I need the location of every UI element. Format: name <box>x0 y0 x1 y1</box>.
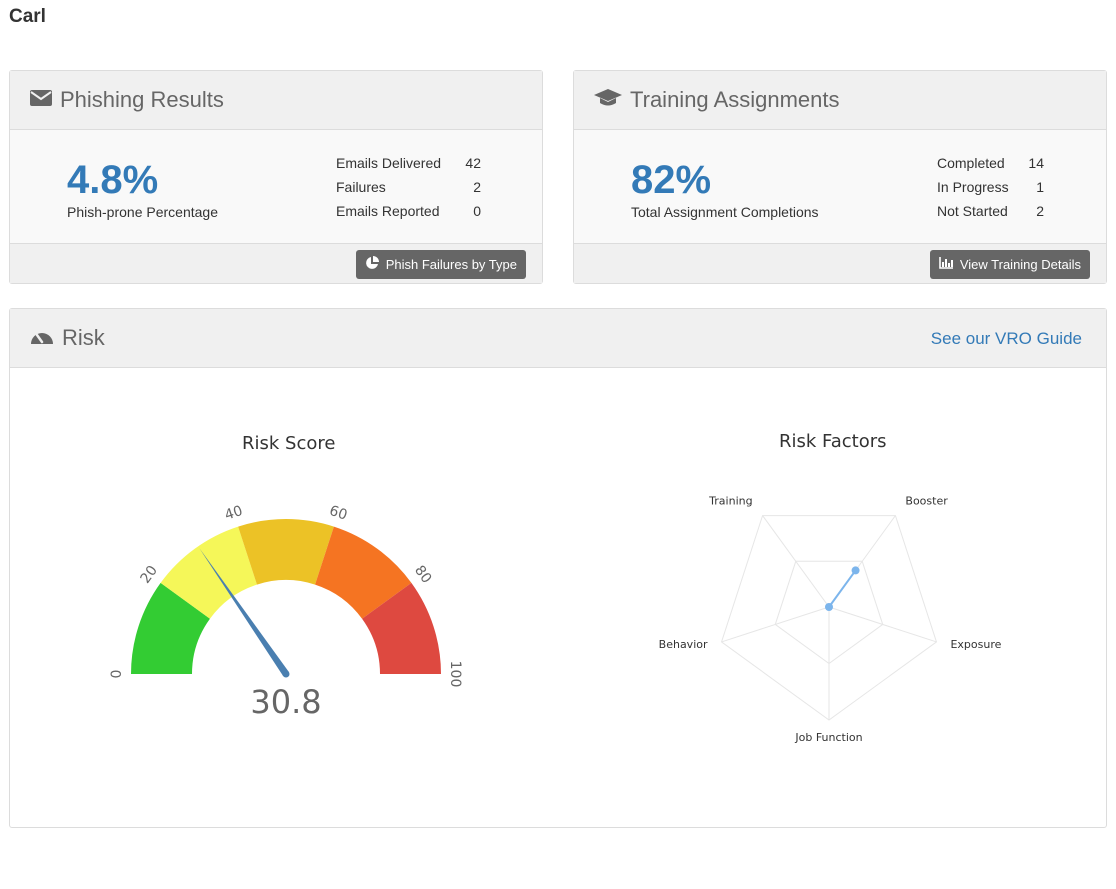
stat-row: Completed 14 <box>937 151 1044 175</box>
training-assignments-body: 82% Total Assignment Completions Complet… <box>574 130 1106 243</box>
training-assignments-header: Training Assignments <box>574 71 1106 130</box>
stat-value: 2 <box>473 179 481 195</box>
risk-score-title: Risk Score <box>242 433 336 454</box>
phish-prone-percentage: 4.8% <box>67 158 159 202</box>
assignment-completion-percentage: 82% <box>631 158 712 202</box>
radar-axis-label: Training <box>708 495 752 508</box>
phishing-stats: Emails Delivered 42 Failures 2 Emails Repo… <box>336 151 481 223</box>
training-stats: Completed 14 In Progress 1 Not Started 2 <box>937 151 1044 223</box>
risk-score-gauge: 0 20 40 60 80 100 30.8 <box>109 503 463 721</box>
phishing-results-header: Phishing Results <box>10 71 542 130</box>
stat-value: 2 <box>1036 203 1044 219</box>
phishing-results-panel: Phishing Results 4.8% Phish-prone Percen… <box>9 70 543 284</box>
stat-row: Failures 2 <box>336 175 481 199</box>
gauge-tick-label: 20 <box>138 563 161 587</box>
radar-axis-label: Booster <box>905 495 948 508</box>
stat-value: 42 <box>465 155 481 171</box>
risk-title: Risk <box>62 325 105 350</box>
gauge-value-label: 30.8 <box>250 683 321 721</box>
envelope-icon <box>30 89 52 111</box>
radar-axis-line <box>721 606 830 643</box>
risk-header: Risk See our VRO Guide <box>10 309 1106 368</box>
stat-label: Not Started <box>937 203 1008 219</box>
phishing-results-footer: Phish Failures by Type <box>10 243 542 283</box>
stat-value: 0 <box>473 203 481 219</box>
phishing-results-title: Phishing Results <box>60 87 224 112</box>
gauge-needle-hub <box>282 670 290 678</box>
risk-factors-radar: Training Booster Exposure Job Function Behav… <box>659 495 1002 744</box>
training-assignments-footer: View Training Details <box>574 243 1106 283</box>
training-assignments-panel: Training Assignments 82% Total Assignmen… <box>573 70 1107 284</box>
radar-point[interactable] <box>851 566 860 575</box>
stat-value: 1 <box>1036 179 1044 195</box>
risk-panel: Risk See our VRO Guide Risk Score Risk F… <box>9 308 1107 828</box>
stat-label: Emails Reported <box>336 203 440 219</box>
graduation-cap-icon <box>594 88 622 112</box>
pie-chart-icon <box>365 256 386 273</box>
stat-row: Not Started 2 <box>937 199 1044 223</box>
gauge-tick-label: 80 <box>411 563 434 587</box>
radar-axis-line <box>828 606 937 643</box>
stat-row: Emails Reported 0 <box>336 199 481 223</box>
gauge-tick-label: 0 <box>109 670 125 679</box>
stat-label: Emails Delivered <box>336 155 442 171</box>
stat-row: Emails Delivered 42 <box>336 151 481 175</box>
radar-axis-label: Job Function <box>794 731 862 744</box>
stat-row: In Progress 1 <box>937 175 1044 199</box>
gauge-tick-label: 40 <box>223 503 245 524</box>
view-training-button-label: View Training Details <box>959 257 1081 272</box>
gauge-tick-label: 100 <box>447 661 463 688</box>
view-training-details-button[interactable]: View Training Details <box>929 250 1090 279</box>
radar-series-line <box>828 569 857 608</box>
training-assignments-title: Training Assignments <box>630 87 840 112</box>
assignment-completion-label: Total Assignment Completions <box>631 204 819 220</box>
radar-axis-label: Behavior <box>659 638 708 651</box>
radar-point[interactable] <box>825 603 833 611</box>
phish-prone-label: Phish-prone Percentage <box>67 204 218 220</box>
bar-chart-icon <box>939 257 960 272</box>
gauge-tick-label: 60 <box>327 503 349 524</box>
risk-factors-title: Risk Factors <box>779 431 887 452</box>
phish-failures-by-type-button[interactable]: Phish Failures by Type <box>355 250 526 279</box>
speedometer-icon <box>30 327 54 350</box>
stat-label: In Progress <box>937 179 1009 195</box>
stat-label: Failures <box>336 179 386 195</box>
phish-failures-button-label: Phish Failures by Type <box>385 257 517 272</box>
radar-axis-label: Exposure <box>950 638 1001 651</box>
phishing-results-body: 4.8% Phish-prone Percentage Emails Deliv… <box>10 130 542 243</box>
vro-guide-link[interactable]: See our VRO Guide <box>931 329 1082 349</box>
user-name: Carl <box>9 6 46 27</box>
stat-value: 14 <box>1028 155 1044 171</box>
stat-label: Completed <box>937 155 1005 171</box>
